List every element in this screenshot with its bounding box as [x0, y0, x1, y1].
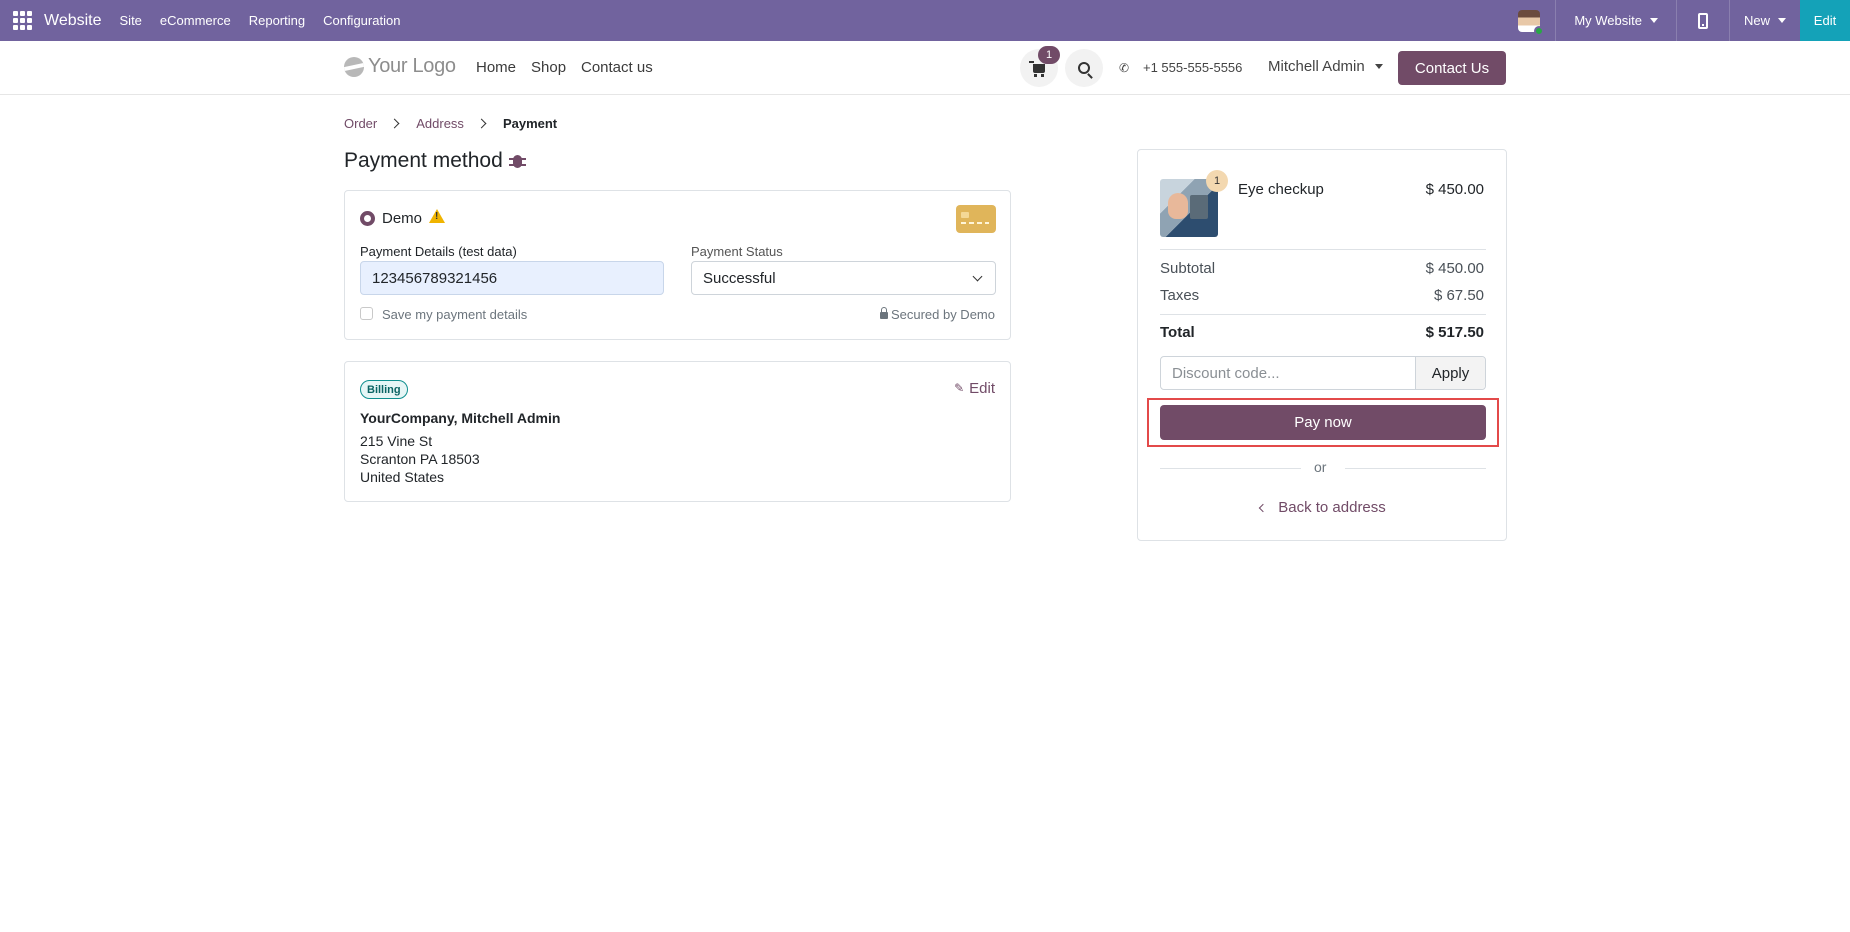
edit-billing-label: Edit	[969, 380, 995, 397]
apps-grid-icon	[12, 11, 32, 30]
credit-card-icon	[956, 205, 996, 233]
apps-menu-button[interactable]	[0, 0, 44, 41]
page-title-text: Payment method	[344, 149, 503, 172]
payment-details-input[interactable]	[360, 261, 664, 295]
logo-mark-icon	[344, 56, 364, 77]
divider-line	[1160, 468, 1301, 469]
subtotal-value: $ 450.00	[1425, 260, 1484, 277]
breadcrumb-payment: Payment	[502, 116, 558, 131]
product-quantity-badge: 1	[1206, 170, 1228, 192]
total-label: Total	[1160, 324, 1195, 341]
save-payment-label[interactable]: Save my payment details	[382, 307, 527, 322]
order-summary-card: 1 Eye checkup $ 450.00 Subtotal $ 450.00…	[1137, 149, 1507, 541]
product-name: Eye checkup	[1238, 181, 1324, 198]
search-button[interactable]	[1065, 49, 1103, 87]
user-avatar-button[interactable]	[1503, 0, 1555, 41]
breadcrumb-order[interactable]: Order	[344, 116, 377, 131]
logo-text: Your Logo	[368, 55, 456, 77]
billing-address-card: Billing ✎ Edit YourCompany, Mitchell Adm…	[344, 361, 1011, 502]
billing-badge: Billing	[360, 380, 408, 399]
menu-configuration[interactable]: Configuration	[323, 13, 400, 28]
secured-by: Secured by Demo	[879, 307, 995, 322]
edit-button[interactable]: Edit	[1800, 0, 1850, 41]
phone-icon: ✆	[1119, 60, 1130, 75]
product-price: $ 450.00	[1425, 181, 1484, 198]
menu-reporting[interactable]: Reporting	[249, 13, 305, 28]
nav-home[interactable]: Home	[476, 59, 516, 76]
secured-by-label: Secured by Demo	[890, 307, 995, 322]
my-website-label: My Website	[1574, 13, 1642, 28]
taxes-value: $ 67.50	[1433, 287, 1484, 304]
chevron-down-icon	[972, 271, 983, 282]
contact-us-button[interactable]: Contact Us	[1398, 51, 1506, 85]
breadcrumb-address[interactable]: Address	[416, 116, 464, 131]
pay-now-button[interactable]: Pay now	[1160, 405, 1486, 440]
payment-status-value: Successful	[703, 270, 776, 287]
nav-contact-us[interactable]: Contact us	[581, 59, 653, 76]
mobile-preview-button[interactable]	[1677, 0, 1729, 41]
caret-down-icon	[1649, 18, 1658, 23]
discount-code-input[interactable]	[1161, 357, 1415, 389]
phone-contact[interactable]: ✆ +1 555-555-5556	[1119, 60, 1242, 75]
billing-name: YourCompany, Mitchell Admin	[360, 410, 561, 426]
app-brand[interactable]: Website	[44, 12, 102, 30]
user-menu-dropdown[interactable]: Mitchell Admin	[1268, 58, 1383, 75]
divider-line	[1345, 468, 1486, 469]
billing-address-line: United States	[360, 469, 445, 485]
user-name: Mitchell Admin	[1268, 58, 1365, 75]
menu-ecommerce[interactable]: eCommerce	[160, 13, 231, 28]
new-label: New	[1743, 13, 1770, 28]
payment-method-card: Demo Payment Details (test data) Payment…	[344, 190, 1011, 340]
lock-icon	[879, 307, 888, 319]
back-to-address-link[interactable]: Back to address	[1138, 499, 1508, 516]
breadcrumb: Order Address Payment	[344, 116, 557, 131]
mobile-phone-icon	[1697, 12, 1708, 29]
website-header: Your Logo Home Shop Contact us 1 ✆ +1 55…	[0, 41, 1850, 95]
save-payment-checkbox[interactable]	[360, 307, 373, 320]
payment-status-select[interactable]: Successful	[691, 261, 996, 295]
taxes-label: Taxes	[1160, 287, 1200, 304]
bug-icon	[508, 152, 526, 170]
nav-shop[interactable]: Shop	[531, 59, 566, 76]
shopping-cart-icon	[1029, 60, 1045, 77]
page-title: Payment method	[344, 149, 526, 173]
billing-address-line: Scranton PA 18503	[360, 451, 480, 467]
my-website-dropdown[interactable]: My Website	[1556, 0, 1676, 41]
subtotal-label: Subtotal	[1160, 260, 1216, 277]
discount-code-group: Apply	[1160, 356, 1486, 390]
new-dropdown[interactable]: New	[1730, 0, 1800, 41]
avatar	[1518, 9, 1545, 36]
chevron-right-icon	[476, 118, 487, 129]
admin-navbar: Website Site eCommerce Reporting Configu…	[0, 0, 1850, 41]
caret-down-icon	[1778, 18, 1786, 23]
total-value: $ 517.50	[1425, 324, 1484, 341]
pencil-icon: ✎	[954, 381, 965, 395]
chevron-right-icon	[389, 118, 400, 129]
payment-method-radio[interactable]	[360, 211, 375, 226]
billing-address-line: 215 Vine St	[360, 433, 433, 449]
menu-site[interactable]: Site	[120, 13, 142, 28]
site-logo[interactable]: Your Logo	[344, 55, 456, 78]
warning-icon	[429, 209, 445, 223]
edit-billing-link[interactable]: ✎ Edit	[954, 380, 995, 397]
apply-discount-button[interactable]: Apply	[1415, 357, 1485, 389]
payment-status-label: Payment Status	[691, 244, 783, 259]
chevron-left-icon	[1258, 503, 1268, 512]
payment-method-name: Demo	[382, 210, 423, 227]
online-status-dot	[1534, 25, 1545, 36]
or-separator: or	[1314, 459, 1327, 475]
search-icon	[1078, 62, 1090, 74]
back-to-address-label: Back to address	[1278, 499, 1386, 516]
caret-down-icon	[1374, 64, 1383, 69]
payment-details-label: Payment Details (test data)	[360, 244, 517, 259]
cart-count-badge: 1	[1038, 46, 1060, 64]
phone-number: +1 555-555-5556	[1143, 60, 1243, 75]
